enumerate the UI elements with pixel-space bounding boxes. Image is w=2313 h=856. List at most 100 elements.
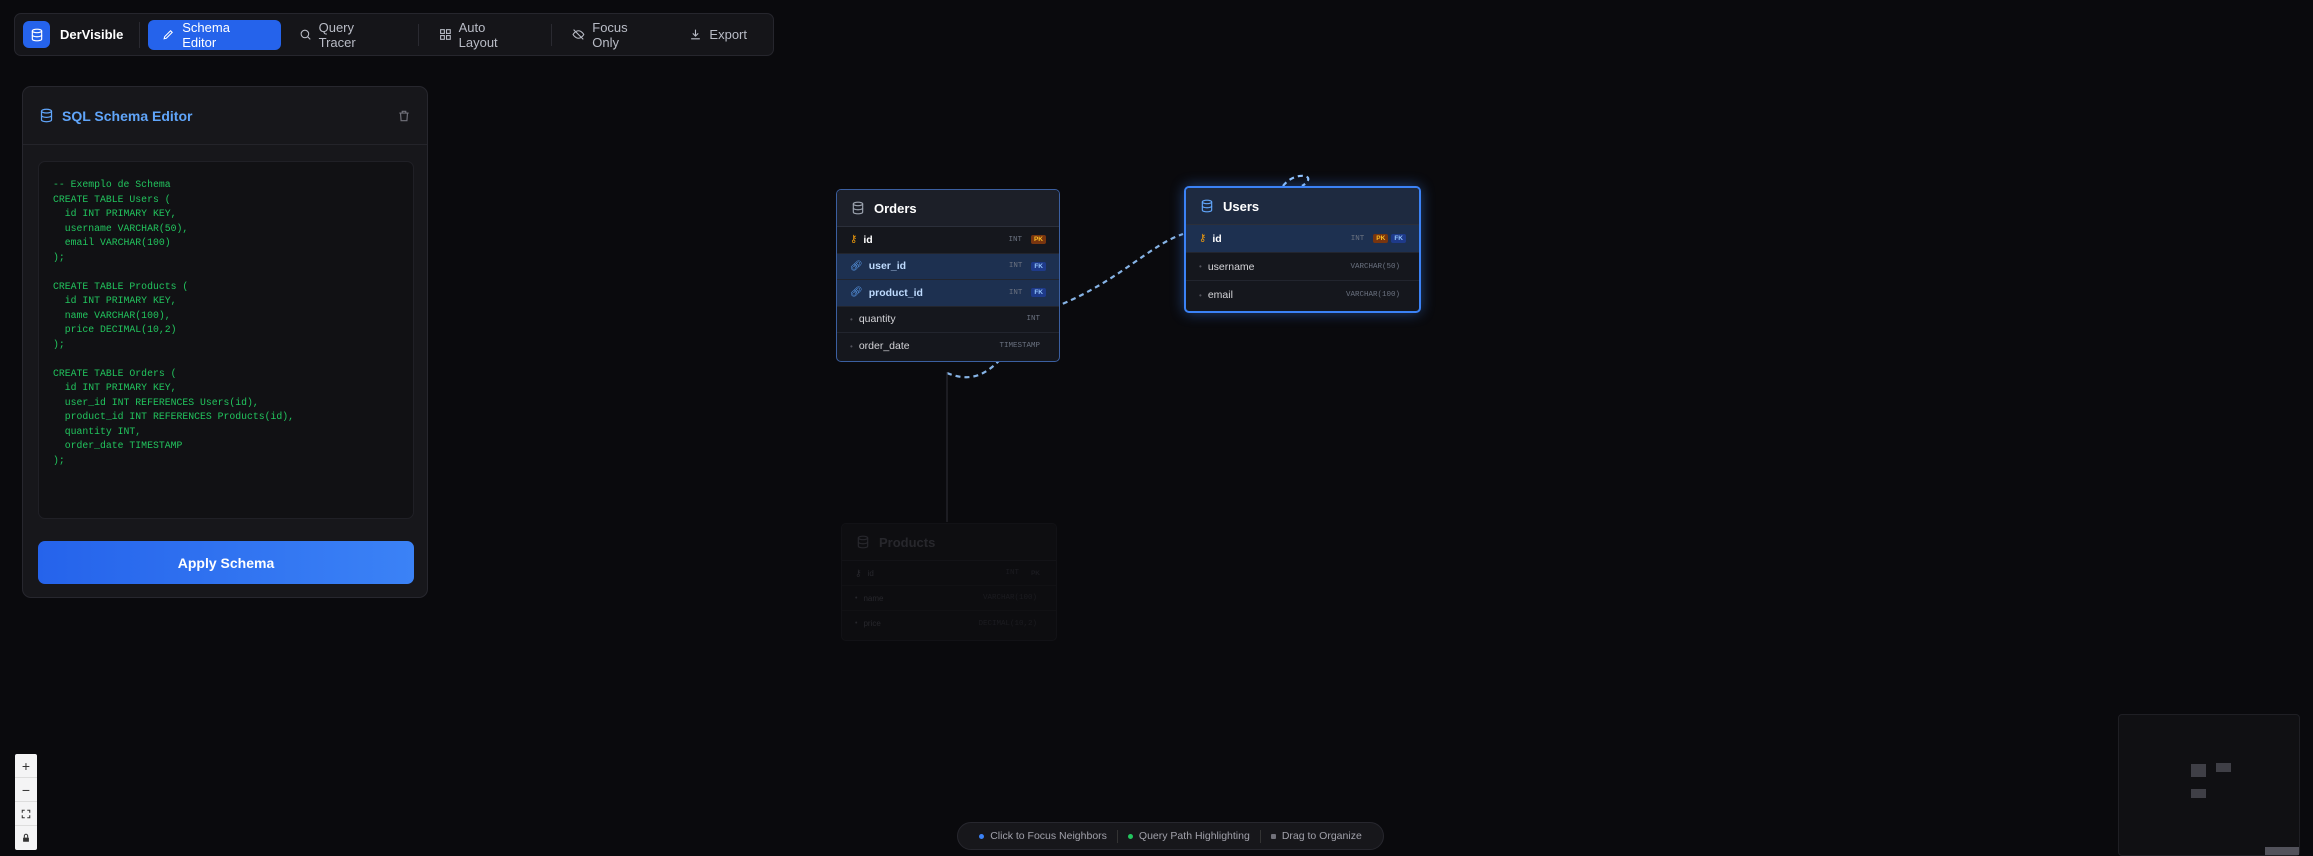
column-name: id <box>863 233 873 246</box>
column-row[interactable]: 🔗︎ product_id INT FK <box>837 280 1059 307</box>
app-name: DerVisible <box>60 27 124 42</box>
column-type: INT <box>1008 288 1023 297</box>
minimap[interactable] <box>2118 714 2300 856</box>
column-type: INT <box>1008 235 1022 244</box>
column-name: username <box>1207 260 1255 273</box>
sql-code-textarea[interactable]: -- Exemplo de Schema CREATE TABLE Users … <box>38 161 414 519</box>
column-name: quantity <box>858 313 896 326</box>
eye-off-icon <box>572 29 585 40</box>
fk-badge: FK <box>1031 288 1046 298</box>
column-row[interactable]: • quantity INT <box>837 307 1059 333</box>
diagram-canvas[interactable]: DerVisible Schema Editor Query Tracer Au… <box>0 0 2313 856</box>
edge-users-self <box>1282 174 1310 187</box>
link-icon: 🔗︎ <box>850 260 863 272</box>
column-name: id <box>867 568 874 578</box>
schema-editor-button[interactable]: Schema Editor <box>148 19 281 50</box>
legend-label: Drag to Organize <box>1281 830 1362 842</box>
auto-layout-button[interactable]: Auto Layout <box>425 20 542 50</box>
table-node-products[interactable]: Products ⚷ id INT PK • name VARCHAR(100)… <box>841 523 1057 641</box>
table-node-users[interactable]: Users ⚷ id INT PK FK • username VARCHAR(… <box>1184 186 1421 313</box>
layout-grid-icon <box>439 29 451 40</box>
column-type: TIMESTAMP <box>999 342 1040 351</box>
pk-badge: PK <box>1030 235 1046 245</box>
green-dot-icon <box>1127 834 1133 839</box>
column-row[interactable]: ⚷ id INT PK <box>842 561 1056 586</box>
legend-label: Click to Focus Neighbors <box>990 830 1107 842</box>
legend-item-focus: Click to Focus Neighbors <box>979 830 1107 842</box>
dot-icon: • <box>855 594 858 602</box>
column-row[interactable]: • order_date TIMESTAMP <box>837 333 1059 360</box>
column-row[interactable]: ⚷ id INT PK <box>837 227 1059 254</box>
column-type: INT <box>1008 262 1023 271</box>
legend-label: Query Path Highlighting <box>1138 830 1250 842</box>
dot-icon: • <box>855 620 858 627</box>
database-icon <box>1201 199 1213 213</box>
database-logo-icon <box>23 21 50 48</box>
download-icon <box>691 29 701 40</box>
lock-icon <box>23 833 29 842</box>
search-icon <box>300 29 311 40</box>
dot-icon: • <box>850 314 853 324</box>
query-tracer-button[interactable]: Query Tracer <box>285 20 408 50</box>
editor-header: SQL Schema Editor <box>23 87 427 145</box>
query-tracer-label: Query Tracer <box>318 19 356 50</box>
key-icon: ⚷ <box>1199 233 1207 244</box>
table-name: Orders <box>874 200 917 216</box>
focus-only-label: Focus Only <box>592 19 628 50</box>
column-row[interactable]: • email VARCHAR(100) <box>1186 281 1419 309</box>
toolbar-divider <box>551 23 553 46</box>
column-name: user_id <box>868 260 907 273</box>
column-row[interactable]: 🔗︎ user_id INT FK <box>837 253 1059 280</box>
pk-badge: PK <box>1030 569 1040 577</box>
blue-dot-icon <box>979 834 985 839</box>
brand: DerVisible <box>23 21 141 48</box>
fit-view-icon <box>21 809 31 818</box>
column-name: name <box>863 593 884 603</box>
pk-badge: PK <box>1373 234 1389 243</box>
database-icon <box>852 201 864 215</box>
dot-icon: • <box>1199 262 1202 271</box>
fk-badge: FK <box>1031 261 1046 271</box>
legend-item-query: Query Path Highlighting <box>1127 830 1250 842</box>
column-type: DECIMAL(10,2) <box>978 619 1037 628</box>
legend-divider <box>1116 829 1118 843</box>
column-name: product_id <box>868 286 923 299</box>
column-row[interactable]: • price DECIMAL(10,2) <box>842 611 1056 636</box>
minimap-scroll-indicator[interactable] <box>2265 847 2299 855</box>
editor-title: SQL Schema Editor <box>62 107 193 124</box>
column-type: INT <box>1026 315 1040 324</box>
link-icon: 🔗︎ <box>850 287 863 299</box>
gray-dot-icon <box>1270 834 1276 839</box>
column-row[interactable]: ⚷ id INT PK FK <box>1186 225 1419 253</box>
table-header: Orders <box>837 190 1059 227</box>
table-name: Users <box>1223 198 1260 214</box>
zoom-in-button[interactable]: + <box>15 754 37 778</box>
column-type: VARCHAR(100) <box>1345 291 1400 299</box>
legend-item-drag: Drag to Organize <box>1270 830 1362 842</box>
column-name: order_date <box>858 340 910 353</box>
focus-only-button[interactable]: Focus Only <box>558 20 671 50</box>
fit-view-button[interactable] <box>15 802 37 826</box>
table-header: Users <box>1186 188 1419 225</box>
fk-badge: FK <box>1391 234 1406 243</box>
legend-divider <box>1259 829 1261 843</box>
legend-bar: Click to Focus Neighbors Query Path High… <box>957 822 1384 850</box>
table-node-orders[interactable]: Orders ⚷ id INT PK 🔗︎ user_id INT FK 🔗︎ … <box>836 189 1060 362</box>
trash-icon[interactable] <box>397 109 411 123</box>
column-type: VARCHAR(100) <box>982 594 1037 602</box>
minimap-node-users <box>2216 763 2231 772</box>
column-row[interactable]: • name VARCHAR(100) <box>842 586 1056 611</box>
dot-icon: • <box>1199 290 1202 300</box>
zoom-controls: + − <box>15 754 37 850</box>
apply-schema-button[interactable]: Apply Schema <box>38 541 414 584</box>
key-icon: ⚷ <box>855 567 862 578</box>
toolbar-divider <box>417 23 419 46</box>
column-row[interactable]: • username VARCHAR(50) <box>1186 253 1419 281</box>
table-name: Products <box>879 534 936 550</box>
lock-button[interactable] <box>15 826 37 850</box>
schema-editor-label: Schema Editor <box>182 19 230 50</box>
database-icon <box>857 535 869 549</box>
export-button[interactable]: Export <box>675 20 761 50</box>
export-label: Export <box>709 27 747 42</box>
zoom-out-button[interactable]: − <box>15 778 37 802</box>
